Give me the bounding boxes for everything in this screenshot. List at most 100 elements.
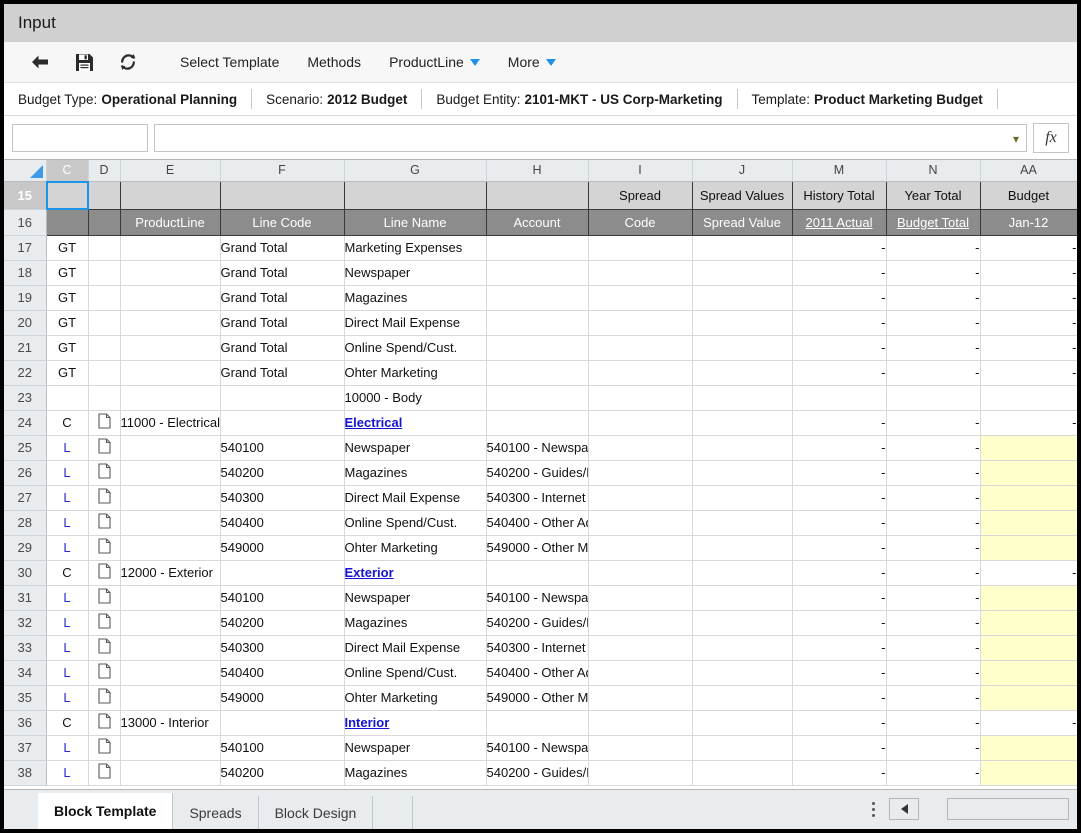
cell-F25[interactable]: 540100 <box>220 435 345 461</box>
cell-N15[interactable]: Year Total <box>886 181 981 210</box>
cell-D34[interactable] <box>88 660 121 686</box>
row-header-31[interactable]: 31 <box>4 585 47 611</box>
cell-G34[interactable]: Online Spend/Cust. <box>344 660 487 686</box>
cell-C37[interactable]: L <box>46 735 89 761</box>
cell-N29[interactable]: - <box>886 535 981 561</box>
cell-G21[interactable]: Online Spend/Cust. <box>344 335 487 361</box>
refresh-icon[interactable] <box>106 42 150 83</box>
cell-F22[interactable]: Grand Total <box>220 360 345 386</box>
cell-J31[interactable] <box>692 585 793 611</box>
cell-D25[interactable] <box>88 435 121 461</box>
cell-D21[interactable] <box>88 335 121 361</box>
more-menu[interactable]: More <box>494 42 570 83</box>
cell-J34[interactable] <box>692 660 793 686</box>
cell-E38[interactable] <box>120 760 221 786</box>
cell-D37[interactable] <box>88 735 121 761</box>
select-template-button[interactable]: Select Template <box>166 42 293 83</box>
cell-J29[interactable] <box>692 535 793 561</box>
column-header-F[interactable]: F <box>220 160 345 182</box>
cell-N25[interactable]: - <box>886 435 981 461</box>
cell-H28[interactable]: 540400 - Other Advertising <box>486 510 589 536</box>
cell-N24[interactable]: - <box>886 410 981 436</box>
cell-H31[interactable]: 540100 - Newspaper <box>486 585 589 611</box>
cell-I22[interactable] <box>588 360 693 386</box>
cell-I29[interactable] <box>588 535 693 561</box>
cell-H36[interactable] <box>486 710 589 736</box>
cell-G36[interactable]: Interior <box>344 710 487 736</box>
column-header-E[interactable]: E <box>120 160 221 182</box>
cell-N20[interactable]: - <box>886 310 981 336</box>
cell-M36[interactable]: - <box>792 710 887 736</box>
select-all-corner[interactable] <box>4 160 47 182</box>
cell-I23[interactable] <box>588 385 693 411</box>
cell-I26[interactable] <box>588 460 693 486</box>
cell-F29[interactable]: 549000 <box>220 535 345 561</box>
cell-G38[interactable]: Magazines <box>344 760 487 786</box>
cell-I18[interactable] <box>588 260 693 286</box>
cell-AA33[interactable] <box>980 635 1077 661</box>
row-header-23[interactable]: 23 <box>4 385 47 411</box>
cell-D31[interactable] <box>88 585 121 611</box>
cell-J36[interactable] <box>692 710 793 736</box>
cell-M35[interactable]: - <box>792 685 887 711</box>
cell-I21[interactable] <box>588 335 693 361</box>
cell-F26[interactable]: 540200 <box>220 460 345 486</box>
cell-H22[interactable] <box>486 360 589 386</box>
row-header-25[interactable]: 25 <box>4 435 47 461</box>
row-header-33[interactable]: 33 <box>4 635 47 661</box>
cell-G17[interactable]: Marketing Expenses <box>344 235 487 261</box>
row-header-21[interactable]: 21 <box>4 335 47 361</box>
cell-I37[interactable] <box>588 735 693 761</box>
cell-D38[interactable] <box>88 760 121 786</box>
cell-H37[interactable]: 540100 - Newspaper <box>486 735 589 761</box>
cell-C32[interactable]: L <box>46 610 89 636</box>
column-header-J[interactable]: J <box>692 160 793 182</box>
cell-C22[interactable]: GT <box>46 360 89 386</box>
cell-AA29[interactable] <box>980 535 1077 561</box>
cell-AA25[interactable] <box>980 435 1077 461</box>
cell-C36[interactable]: C <box>46 710 89 736</box>
cell-F15[interactable] <box>220 181 345 210</box>
cell-I17[interactable] <box>588 235 693 261</box>
cell-D36[interactable] <box>88 710 121 736</box>
cell-J30[interactable] <box>692 560 793 586</box>
cell-F23[interactable] <box>220 385 345 411</box>
cell-E32[interactable] <box>120 610 221 636</box>
cell-M37[interactable]: - <box>792 735 887 761</box>
cell-AA18[interactable]: - <box>980 260 1077 286</box>
cell-D33[interactable] <box>88 635 121 661</box>
cell-C30[interactable]: C <box>46 560 89 586</box>
cell-D32[interactable] <box>88 610 121 636</box>
row-header-30[interactable]: 30 <box>4 560 47 586</box>
cell-F37[interactable]: 540100 <box>220 735 345 761</box>
cell-F35[interactable]: 549000 <box>220 685 345 711</box>
cell-J28[interactable] <box>692 510 793 536</box>
cell-J37[interactable] <box>692 735 793 761</box>
cell-H38[interactable]: 540200 - Guides/Directories <box>486 760 589 786</box>
cell-N18[interactable]: - <box>886 260 981 286</box>
cell-E36[interactable]: 13000 - Interior <box>120 710 221 736</box>
cell-G30[interactable]: Exterior <box>344 560 487 586</box>
cell-G23[interactable]: 10000 - Body <box>344 385 487 411</box>
cell-D20[interactable] <box>88 310 121 336</box>
cell-N23[interactable] <box>886 385 981 411</box>
cell-C19[interactable]: GT <box>46 285 89 311</box>
insert-function-button[interactable]: fx <box>1033 122 1069 153</box>
cell-I31[interactable] <box>588 585 693 611</box>
cell-E26[interactable] <box>120 460 221 486</box>
sheet-tab-block-design[interactable]: Block Design <box>259 796 374 829</box>
productline-menu[interactable]: ProductLine <box>375 42 494 83</box>
cell-G31[interactable]: Newspaper <box>344 585 487 611</box>
cell-J25[interactable] <box>692 435 793 461</box>
cell-N35[interactable]: - <box>886 685 981 711</box>
cell-N32[interactable]: - <box>886 610 981 636</box>
cell-AA35[interactable] <box>980 685 1077 711</box>
row-header-24[interactable]: 24 <box>4 410 47 436</box>
cell-H16[interactable]: Account <box>486 209 589 236</box>
cell-N38[interactable]: - <box>886 760 981 786</box>
cell-H24[interactable] <box>486 410 589 436</box>
cell-G18[interactable]: Newspaper <box>344 260 487 286</box>
cell-M23[interactable] <box>792 385 887 411</box>
cell-D35[interactable] <box>88 685 121 711</box>
cell-G27[interactable]: Direct Mail Expense <box>344 485 487 511</box>
